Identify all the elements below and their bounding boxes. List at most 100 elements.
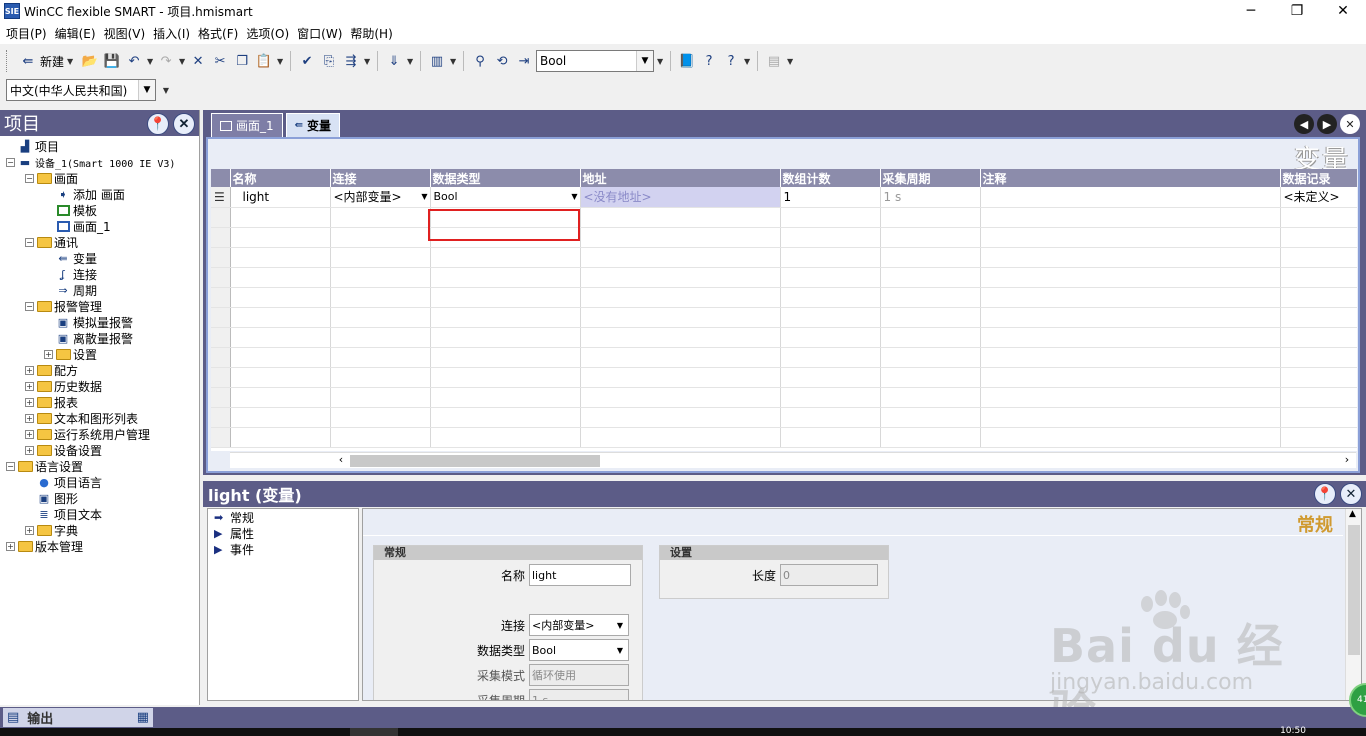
empty-cell[interactable] — [211, 247, 231, 268]
col-array-count[interactable]: 数组计数 — [780, 169, 881, 187]
close-button[interactable]: ✕ — [1320, 0, 1366, 22]
row-handle[interactable]: ☰ — [211, 187, 231, 208]
cell-datatype[interactable]: Bool ▼ — [430, 187, 581, 208]
delete-icon[interactable]: ✕ — [188, 51, 208, 71]
tree-item[interactable]: + 历史数据 — [0, 378, 199, 394]
tree-item[interactable]: 模板 — [0, 202, 199, 218]
empty-cell[interactable] — [330, 427, 431, 448]
find-icon[interactable]: ⚲ — [470, 51, 490, 71]
empty-cell[interactable] — [330, 307, 431, 328]
chevron-down-icon[interactable]: ▼ — [138, 80, 155, 100]
empty-cell[interactable] — [780, 307, 881, 328]
close-tab-icon[interactable]: ✕ — [1340, 114, 1360, 134]
cell-cycle[interactable]: 1 s — [880, 187, 981, 208]
empty-cell[interactable] — [980, 387, 1281, 408]
close-icon[interactable]: ✕ — [1340, 483, 1362, 505]
layout-icon[interactable]: ▤ — [764, 51, 784, 71]
col-address[interactable]: 地址 — [580, 169, 781, 187]
empty-row[interactable] — [211, 207, 1357, 228]
empty-cell[interactable] — [980, 227, 1281, 248]
nav-general[interactable]: ➡ 常规 — [208, 509, 358, 525]
empty-row[interactable] — [211, 247, 1357, 268]
empty-cell[interactable] — [1280, 427, 1357, 448]
empty-row[interactable] — [211, 307, 1357, 328]
col-cycle[interactable]: 采集周期 — [880, 169, 981, 187]
undo-dropdown-icon[interactable]: ▼ — [146, 57, 154, 66]
language-combo[interactable]: 中文(中华人民共和国) ▼ — [6, 79, 156, 101]
empty-cell[interactable] — [430, 307, 581, 328]
paste-icon[interactable]: 📋 — [254, 51, 274, 71]
chevron-down-icon[interactable]: ▼ — [571, 192, 577, 201]
tree-item[interactable]: + 文本和图形列表 — [0, 410, 199, 426]
empty-cell[interactable] — [430, 247, 581, 268]
empty-cell[interactable] — [980, 247, 1281, 268]
empty-cell[interactable] — [430, 367, 581, 388]
empty-cell[interactable] — [1280, 307, 1357, 328]
empty-cell[interactable] — [780, 267, 881, 288]
empty-cell[interactable] — [580, 367, 781, 388]
empty-cell[interactable] — [230, 407, 331, 428]
menu-format[interactable]: 格式(F) — [194, 25, 242, 42]
col-logging[interactable]: 数据记录 — [1280, 169, 1357, 187]
empty-cell[interactable] — [430, 347, 581, 368]
cell-array-count[interactable]: 1 — [780, 187, 881, 208]
tree-item[interactable]: ▣ 离散量报警 — [0, 330, 199, 346]
empty-row[interactable] — [211, 407, 1357, 428]
empty-row[interactable] — [211, 367, 1357, 388]
nav-events[interactable]: ▶ 事件 — [208, 541, 358, 557]
empty-cell[interactable] — [580, 347, 781, 368]
layout-dropdown-icon[interactable]: ▼ — [786, 57, 794, 66]
menu-insert[interactable]: 插入(I) — [149, 25, 194, 42]
collapse-icon[interactable]: − — [6, 461, 15, 471]
expand-icon[interactable]: + — [25, 445, 34, 455]
tree-item[interactable]: ⇒ 周期 — [0, 282, 199, 298]
empty-cell[interactable] — [230, 427, 331, 448]
cell-name[interactable]: light — [230, 187, 331, 208]
empty-cell[interactable] — [330, 227, 431, 248]
empty-cell[interactable] — [230, 227, 331, 248]
empty-cell[interactable] — [330, 367, 431, 388]
empty-cell[interactable] — [980, 207, 1281, 228]
chevron-down-icon[interactable]: ▼ — [421, 192, 427, 201]
cell-comment[interactable] — [980, 187, 1281, 208]
tree-item[interactable]: + 运行系统用户管理 — [0, 426, 199, 442]
download-dropdown-icon[interactable]: ▼ — [406, 57, 414, 66]
empty-cell[interactable] — [211, 227, 231, 248]
check-icon[interactable]: ✔ — [297, 51, 317, 71]
empty-cell[interactable] — [1280, 367, 1357, 388]
tree-item[interactable]: + 设备设置 — [0, 442, 199, 458]
empty-row[interactable] — [211, 387, 1357, 408]
menu-help[interactable]: 帮助(H) — [346, 25, 396, 42]
empty-cell[interactable] — [430, 267, 581, 288]
empty-cell[interactable] — [580, 247, 781, 268]
expand-icon[interactable]: + — [44, 349, 53, 359]
empty-cell[interactable] — [430, 407, 581, 428]
empty-cell[interactable] — [780, 407, 881, 428]
empty-cell[interactable] — [780, 287, 881, 308]
prev-tab-icon[interactable]: ◀ — [1294, 114, 1314, 134]
empty-cell[interactable] — [430, 327, 581, 348]
tree-item[interactable]: ▣ 模拟量报警 — [0, 314, 199, 330]
empty-cell[interactable] — [880, 267, 981, 288]
chevron-down-icon[interactable]: ▼ — [66, 57, 74, 66]
empty-cell[interactable] — [980, 407, 1281, 428]
expand-icon[interactable]: + — [25, 365, 34, 375]
empty-cell[interactable] — [330, 387, 431, 408]
undo-icon[interactable]: ↶ — [124, 51, 144, 71]
empty-cell[interactable] — [880, 347, 981, 368]
transfer-icon[interactable]: ⇶ — [341, 51, 361, 71]
expand-icon[interactable]: + — [25, 413, 34, 423]
menu-options[interactable]: 选项(O) — [242, 25, 293, 42]
empty-cell[interactable] — [980, 267, 1281, 288]
empty-cell[interactable] — [211, 407, 231, 428]
redo-icon[interactable]: ↷ — [156, 51, 176, 71]
vertical-scrollbar[interactable]: ▲ — [1345, 509, 1361, 700]
empty-cell[interactable] — [211, 387, 231, 408]
tree-item[interactable]: + 报表 — [0, 394, 199, 410]
tab-screen-1[interactable]: 画面_1 — [211, 113, 283, 137]
empty-cell[interactable] — [230, 267, 331, 288]
toolbar-grip[interactable] — [6, 50, 9, 72]
new-button[interactable]: ⇚ 新建 ▼ — [14, 51, 78, 71]
tree-item[interactable]: − 通讯 — [0, 234, 199, 250]
tree-item[interactable]: − 画面 — [0, 170, 199, 186]
